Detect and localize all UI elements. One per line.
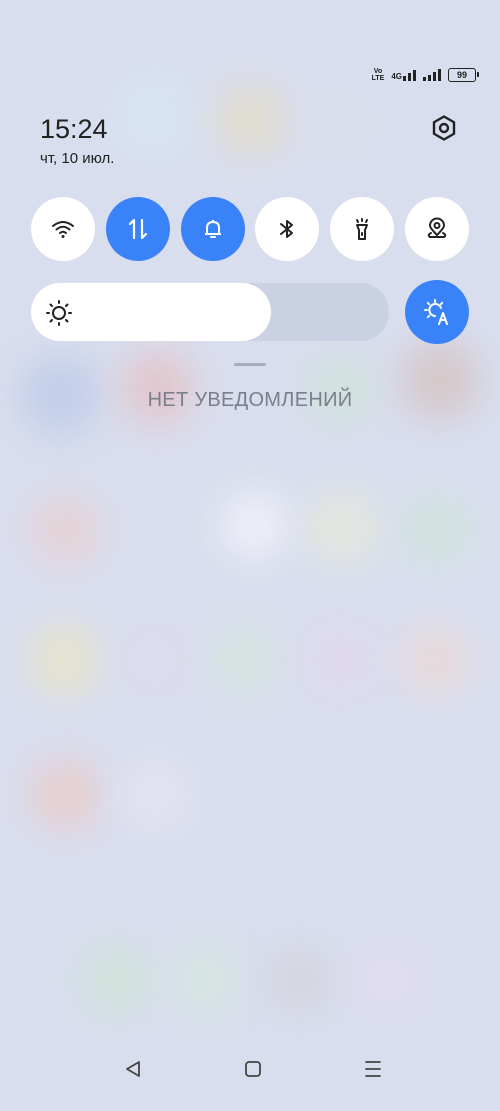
sound-toggle[interactable]: [180, 197, 245, 261]
battery-icon: 99: [448, 68, 479, 82]
wifi-icon: [52, 221, 74, 238]
home-icon: [245, 1061, 261, 1077]
quick-settings-tiles: [31, 197, 469, 261]
recents-button[interactable]: [351, 1047, 395, 1091]
flashlight-icon: [356, 218, 369, 240]
auto-brightness-icon: [424, 299, 448, 325]
auto-brightness-button[interactable]: [405, 280, 469, 344]
date: чт, 10 июл.: [40, 150, 115, 167]
signal-2-icon: [423, 69, 441, 81]
location-toggle[interactable]: [404, 197, 469, 261]
brightness-slider[interactable]: [31, 283, 389, 341]
signal-1-icon: 4G: [391, 69, 416, 81]
empty-notifications-text: НЕТ УВЕДОМЛЕНИЙ: [147, 389, 353, 411]
settings-button[interactable]: [428, 112, 460, 144]
data-arrows-icon: [128, 218, 147, 240]
gear-icon: [432, 115, 456, 141]
battery-level: 99: [456, 70, 467, 80]
back-button[interactable]: [111, 1047, 155, 1091]
bluetooth-icon: [280, 220, 294, 238]
volte-indicator: Vo LTE: [371, 68, 385, 82]
navigation-bar: [0, 1047, 500, 1091]
bluetooth-toggle[interactable]: [255, 197, 320, 261]
clock: 15:24: [40, 114, 108, 144]
mobile-data-toggle[interactable]: [105, 197, 170, 261]
status-bar: Vo LTE 4G 99: [371, 68, 479, 82]
network-type: 4G: [391, 72, 402, 81]
bell-icon: [204, 220, 221, 238]
location-icon: [427, 217, 447, 238]
home-button[interactable]: [231, 1047, 275, 1091]
wifi-toggle[interactable]: [31, 197, 95, 261]
menu-icon: [365, 1061, 381, 1077]
drag-handle[interactable]: [234, 363, 266, 366]
back-icon: [126, 1061, 140, 1077]
flashlight-toggle[interactable]: [330, 197, 395, 261]
sun-icon: [46, 300, 72, 326]
